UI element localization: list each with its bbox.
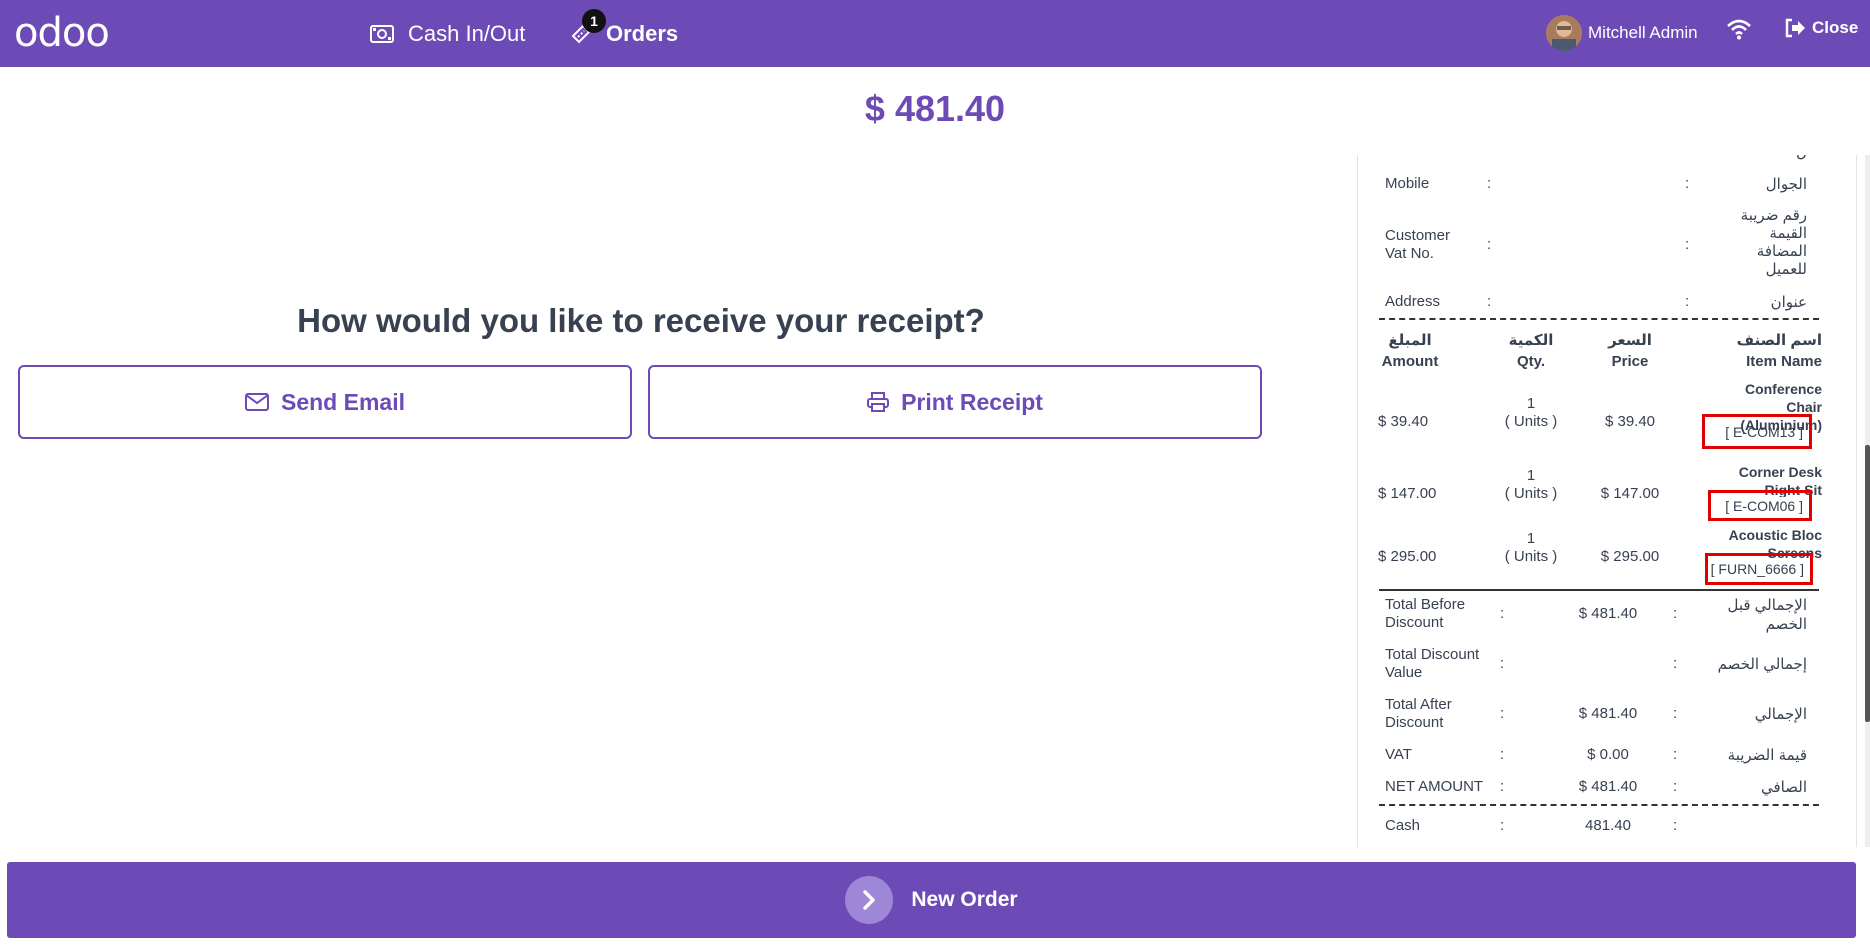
mobile-label: Mobile <box>1385 175 1430 192</box>
colon: : <box>1673 705 1678 722</box>
line-price: $ 147.00 <box>1600 485 1660 502</box>
ticket-icon: 1 <box>570 8 606 45</box>
qty-header: الكمية Qty. <box>1508 332 1554 370</box>
total-value: $ 481.40 <box>1578 778 1638 795</box>
top-navbar: odoo Cash In/Out 1 Orders Mitchell Admin… <box>0 0 1870 67</box>
total-label: VAT <box>1385 746 1412 763</box>
orders-button[interactable]: 1 Orders <box>570 0 678 67</box>
divider <box>1379 318 1819 320</box>
printer-icon <box>867 392 890 412</box>
receipt-scrollbar[interactable] <box>1865 155 1870 847</box>
colon: : <box>1673 817 1678 834</box>
colon: : <box>1685 175 1690 192</box>
colon: : <box>1500 817 1505 834</box>
new-order-button[interactable]: New Order <box>7 862 1856 938</box>
line-unit: ( Units ) <box>1504 413 1558 430</box>
colon: : <box>1500 655 1505 672</box>
orders-count-badge: 1 <box>582 8 606 33</box>
total-label: NET AMOUNT <box>1385 778 1484 795</box>
receipt-line-item: $ 147.00 1 ( Units ) $ 147.00 Corner Des… <box>1358 463 1856 525</box>
colon: : <box>1500 605 1505 622</box>
colon: : <box>1673 655 1678 672</box>
total-label-ar: الإجمالي <box>1754 706 1807 723</box>
line-amount: $ 147.00 <box>1378 485 1437 502</box>
mobile-label-ar: الجوال <box>1765 176 1807 193</box>
close-button[interactable]: Close <box>1784 18 1858 38</box>
order-total-amount: $ 481.40 <box>864 88 1006 129</box>
total-label-ar: الصافي <box>1761 779 1807 796</box>
wifi-icon <box>1726 18 1752 45</box>
print-receipt-label: Print Receipt <box>901 388 1043 415</box>
user-name: Mitchell Admin <box>1588 23 1698 42</box>
total-value: $ 481.40 <box>1578 705 1638 722</box>
cash-in-out-button[interactable]: Cash In/Out <box>370 0 525 67</box>
item-name-header: اسم الصنف Item Name <box>1736 332 1822 370</box>
money-icon <box>370 24 394 43</box>
line-price: $ 39.40 <box>1604 413 1656 430</box>
chevron-right-icon <box>845 876 894 924</box>
amount-header: المبلغ Amount <box>1381 332 1439 370</box>
colon: : <box>1487 293 1492 310</box>
line-unit: ( Units ) <box>1504 548 1558 565</box>
avatar <box>1546 15 1582 51</box>
receipt-line-item: $ 39.40 1 ( Units ) $ 39.40 Conference C… <box>1358 380 1856 460</box>
payment-value: 481.40 <box>1585 817 1631 834</box>
user-menu[interactable]: Mitchell Admin <box>1546 14 1698 52</box>
envelope-icon <box>245 393 269 411</box>
line-amount: $ 39.40 <box>1378 413 1429 430</box>
address-label: Address <box>1385 293 1441 310</box>
partial-arabic-text: ل <box>1796 155 1807 161</box>
receipt-preview[interactable]: ل Mobile : : الجوال Customer Vat No. : :… <box>1357 155 1857 847</box>
orders-label: Orders <box>606 20 679 46</box>
colon: : <box>1500 746 1505 763</box>
colon: : <box>1500 778 1505 795</box>
colon: : <box>1673 778 1678 795</box>
line-qty: 1 <box>1526 395 1536 412</box>
item-code-highlight: [ FURN_6666 ] <box>1705 553 1813 585</box>
item-code-highlight: [ E-COM13 ] <box>1702 414 1812 449</box>
line-price: $ 295.00 <box>1600 548 1660 565</box>
scrollbar-thumb[interactable] <box>1865 445 1870 722</box>
print-receipt-button[interactable]: Print Receipt <box>648 365 1262 439</box>
colon: : <box>1487 236 1492 253</box>
close-label: Close <box>1812 18 1859 37</box>
colon: : <box>1500 705 1505 722</box>
colon: : <box>1685 236 1690 253</box>
sign-out-icon <box>1785 18 1805 38</box>
total-label: Total Before Discount <box>1385 596 1466 631</box>
total-value: $ 481.40 <box>1578 605 1638 622</box>
item-code-highlight: [ E-COM06 ] <box>1708 490 1812 521</box>
line-qty: 1 <box>1526 467 1536 484</box>
customer-vat-label-ar: رقم ضريبة القيمة المضافة للعميل <box>1740 207 1807 278</box>
colon: : <box>1487 175 1492 192</box>
total-value: $ 0.00 <box>1587 746 1629 763</box>
odoo-logo: odoo <box>14 10 110 56</box>
colon: : <box>1673 605 1678 622</box>
line-unit: ( Units ) <box>1504 485 1558 502</box>
payment-method: Cash <box>1385 817 1421 834</box>
colon: : <box>1673 746 1678 763</box>
customer-vat-label: Customer Vat No. <box>1385 227 1451 262</box>
new-order-label: New Order <box>911 888 1018 911</box>
total-label-ar: قيمة الضريبة <box>1727 747 1807 764</box>
address-label-ar: عنوان <box>1770 294 1807 311</box>
receipt-prompt: How would you like to receive your recei… <box>297 302 985 339</box>
send-email-button[interactable]: Send Email <box>18 365 632 439</box>
send-email-label: Send Email <box>281 388 405 415</box>
divider <box>1379 804 1819 806</box>
line-amount: $ 295.00 <box>1378 548 1437 565</box>
divider <box>1379 589 1819 591</box>
cash-in-out-label: Cash In/Out <box>408 20 526 46</box>
total-label: Total Discount Value <box>1385 646 1480 681</box>
colon: : <box>1685 293 1690 310</box>
total-label-ar: الإجمالي قبل الخصم <box>1727 597 1807 633</box>
price-header: السعر Price <box>1608 332 1652 370</box>
total-label-ar: إجمالي الخصم <box>1717 656 1807 673</box>
line-qty: 1 <box>1526 530 1536 547</box>
total-label: Total After Discount <box>1385 696 1452 731</box>
receipt-line-item: $ 295.00 1 ( Units ) $ 295.00 Acoustic B… <box>1358 526 1856 588</box>
